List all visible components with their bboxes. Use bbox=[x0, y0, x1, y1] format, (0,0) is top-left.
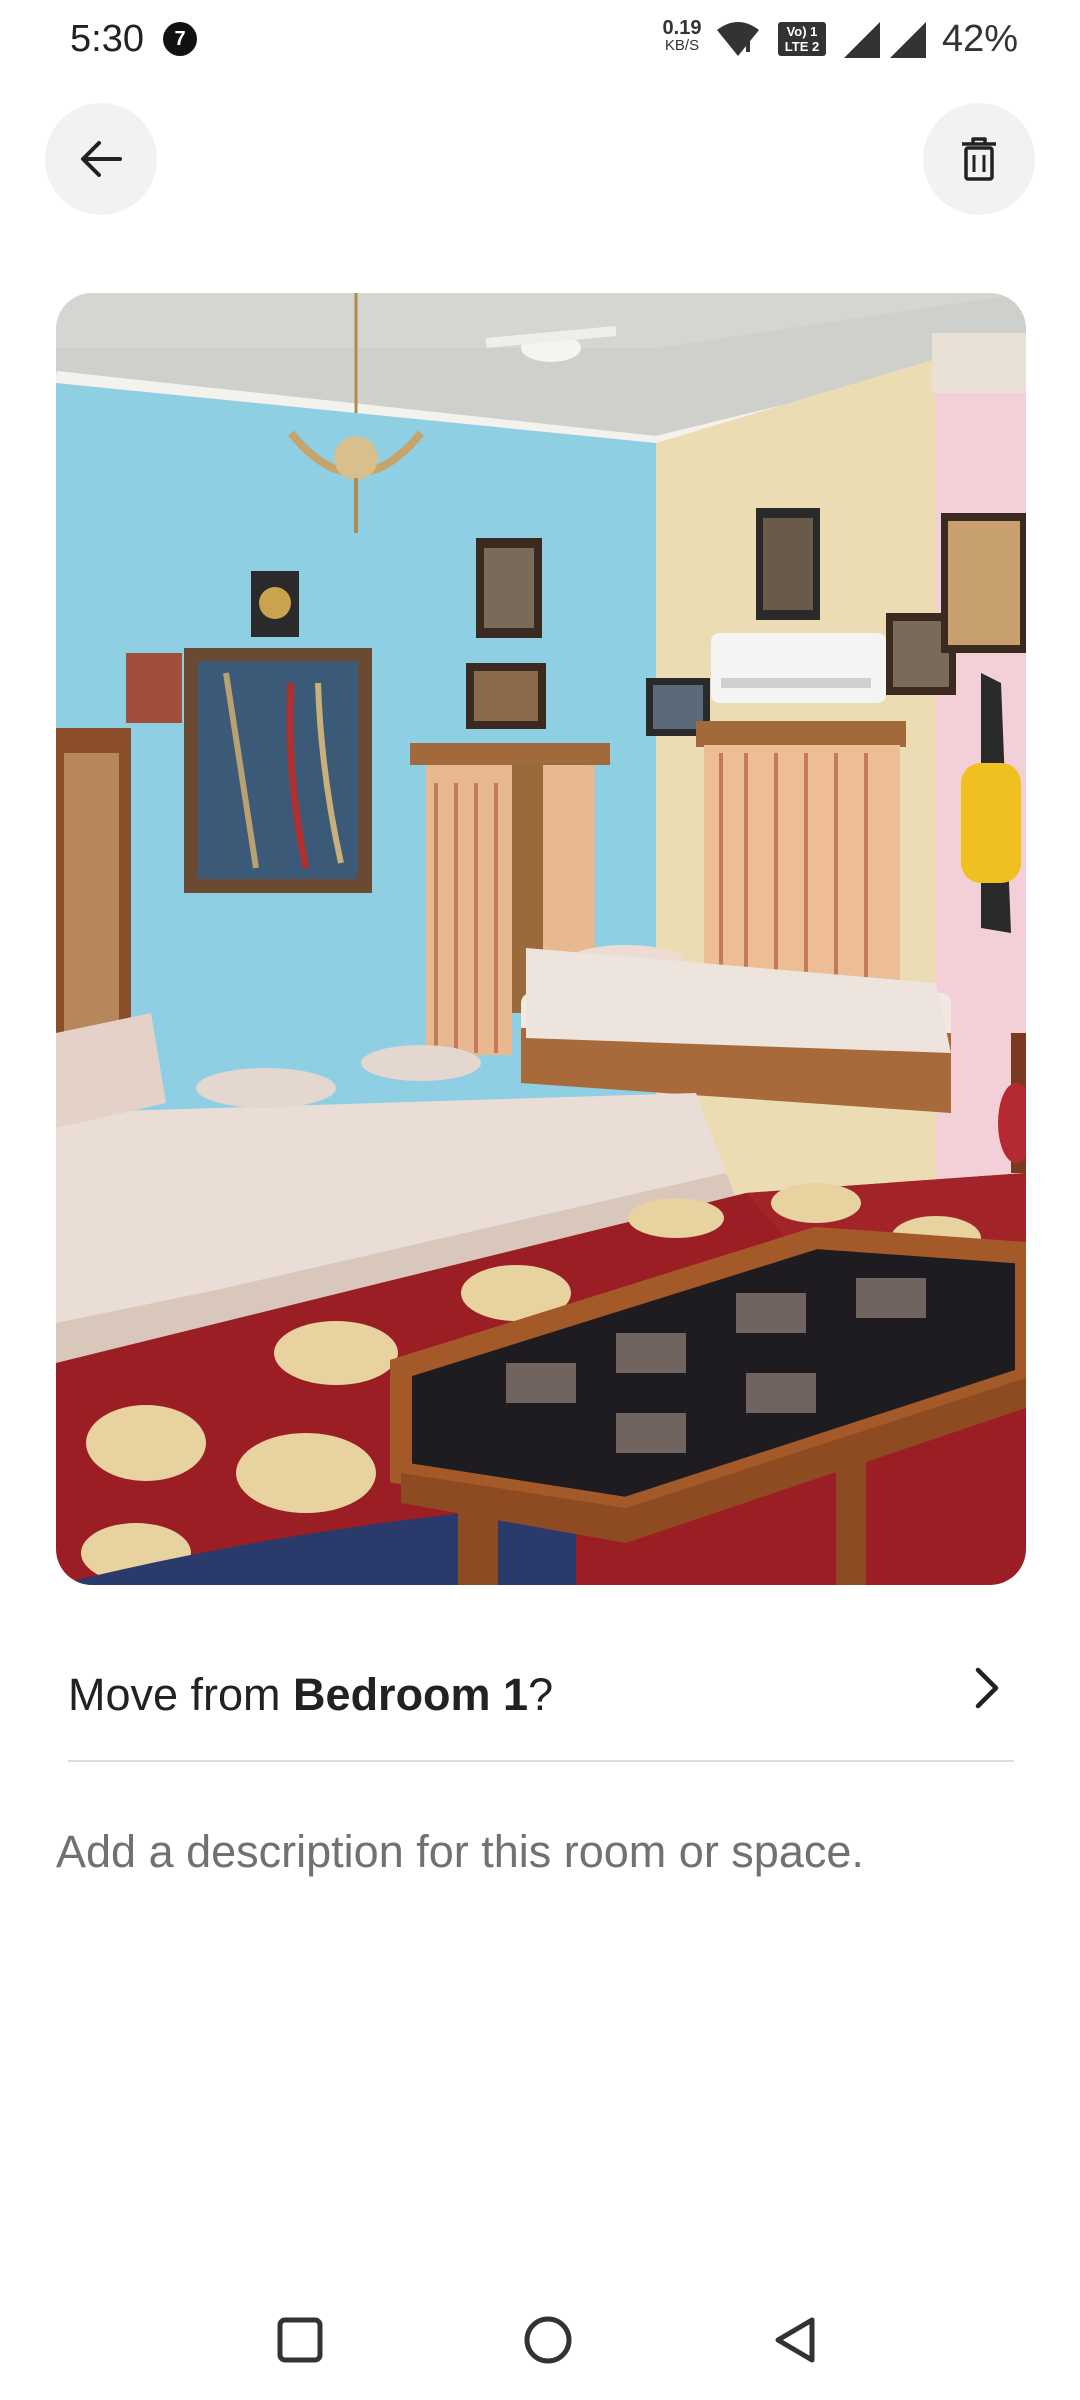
room-photo-illustration bbox=[56, 293, 1026, 1585]
status-bar: 5:30 7 0.19 KB/S Vo) 1 LTE 2 42% bbox=[0, 0, 1080, 80]
signal-icon-2 bbox=[890, 22, 926, 58]
system-nav-bar bbox=[0, 2280, 1080, 2400]
circle-icon bbox=[524, 2316, 572, 2364]
network-speed: 0.19 KB/S bbox=[658, 17, 706, 54]
triangle-back-icon bbox=[775, 2317, 815, 2363]
description-input[interactable] bbox=[56, 1812, 1016, 1892]
wifi-icon bbox=[717, 22, 759, 56]
home-button[interactable] bbox=[508, 2300, 588, 2380]
battery-level: 42% bbox=[942, 18, 1019, 60]
status-time: 5:30 bbox=[70, 18, 144, 60]
arrow-left-icon bbox=[81, 141, 122, 177]
notification-badge: 7 bbox=[163, 22, 197, 56]
system-back-button[interactable] bbox=[756, 2300, 836, 2380]
recent-apps-button[interactable] bbox=[260, 2300, 340, 2380]
square-icon bbox=[277, 2317, 323, 2363]
trash-icon bbox=[962, 137, 996, 181]
move-room-row[interactable]: Move from Bedroom 1? bbox=[68, 1630, 1014, 1762]
volte-line1: Vo) 1 bbox=[786, 24, 818, 39]
network-speed-unit: KB/S bbox=[664, 37, 700, 54]
move-prefix: Move from bbox=[68, 1669, 294, 1720]
back-button[interactable] bbox=[45, 103, 157, 215]
chevron-right-icon bbox=[975, 1667, 999, 1709]
network-speed-value: 0.19 bbox=[662, 17, 702, 39]
move-suffix: ? bbox=[528, 1669, 554, 1720]
volte-line2: LTE 2 bbox=[784, 39, 820, 54]
delete-button[interactable] bbox=[923, 103, 1035, 215]
room-photo[interactable] bbox=[56, 293, 1026, 1585]
move-room-label: Move from Bedroom 1? bbox=[68, 1669, 553, 1721]
volte-icon: Vo) 1 LTE 2 bbox=[778, 22, 826, 56]
current-room-name: Bedroom 1 bbox=[293, 1669, 529, 1720]
signal-icon bbox=[844, 22, 880, 58]
